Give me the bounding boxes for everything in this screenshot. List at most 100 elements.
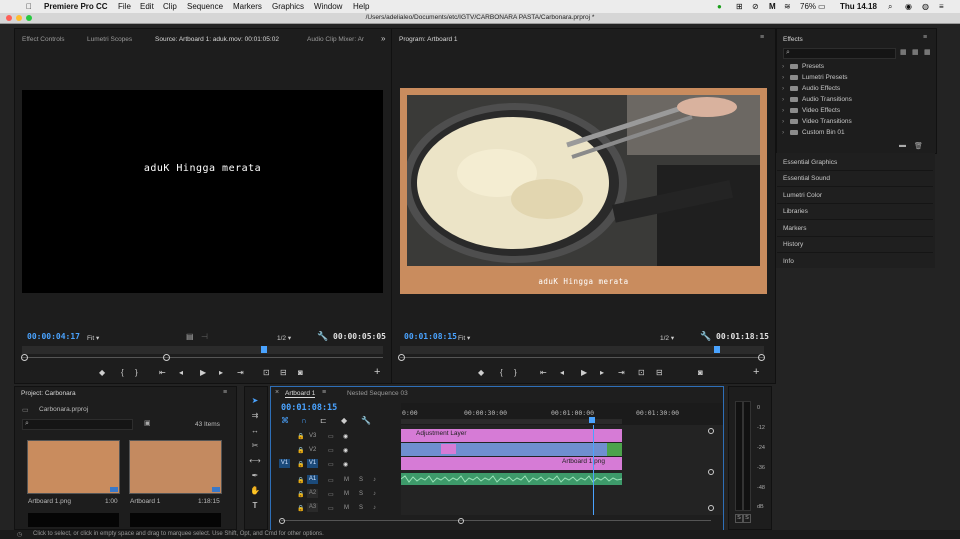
nest-icon[interactable]: ⌘ [281,416,289,425]
tab-program[interactable]: Program: Artboard 1 [399,36,458,43]
add-marker-timeline-icon[interactable]: ◆ [341,416,347,425]
mute-button[interactable]: M [344,477,349,483]
tab-effect-controls[interactable]: Effect Controls [22,36,65,43]
step-back-icon[interactable]: ◂ [179,369,183,377]
tab-audio-clip-mixer[interactable]: Audio Clip Mixer: Ar [307,36,364,43]
panel-markers[interactable]: Markers [783,225,806,232]
delete-icon[interactable]: 🗑 [914,142,923,150]
timeline-scroll-handle-left[interactable] [279,518,285,524]
program-timeruler[interactable] [400,346,764,354]
timeline-ruler[interactable]: 0:00 00:00:30:00 00:01:00:00 00:01:30:00 [401,403,723,426]
project-thumbnail-artboard-sequence[interactable] [129,440,222,494]
panel-info[interactable]: Info [783,258,794,265]
32bit-effects-icon[interactable]: ▦ [912,48,919,56]
program-play-icon[interactable]: ▶ [581,369,587,377]
new-bin-icon[interactable]: ▬ [899,142,906,149]
timeline-scroll-handle-right[interactable] [458,518,464,524]
program-zoom-handle-left[interactable] [398,354,405,361]
apple-icon[interactable]:  [26,2,32,11]
overlay-icon[interactable]: ⊣ [201,332,208,341]
yuv-effects-icon[interactable]: ▦ [924,48,931,56]
program-wrench-icon[interactable]: 🔧 [700,331,711,342]
add-button-icon[interactable]: + [374,367,380,378]
timeline-menu-icon[interactable]: ≡ [322,389,326,396]
source-playhead[interactable] [261,346,267,353]
line-icon[interactable]: ● [717,2,722,11]
user-icon[interactable]: ◉ [905,2,912,11]
panel-overflow-icon[interactable]: » [381,34,385,43]
panel-essential-sound[interactable]: Essential Sound [783,175,830,182]
project-thumbnail-artboard-png[interactable] [27,440,120,494]
clip-a1-audio[interactable] [401,473,622,485]
tab-nested-sequence[interactable]: Nested Sequence 03 [347,390,408,397]
pen-tool-icon[interactable]: ✒ [249,471,261,481]
mark-in-icon[interactable]: { [121,369,124,377]
lock-icon[interactable]: 🔒 [297,491,304,498]
panel-essential-graphics[interactable]: Essential Graphics [783,159,837,166]
clip-adjustment-layer[interactable]: Adjustment Layer [401,429,622,442]
menu-edit[interactable]: Edit [140,2,154,11]
export-frame-icon[interactable]: ◙ [698,369,703,377]
solo-button[interactable]: S [359,477,363,483]
sync-lock-icon[interactable]: ▭ [328,461,334,468]
track-label-a1[interactable]: A1 [307,475,318,484]
program-mark-in-icon[interactable]: { [500,369,503,377]
program-fit-dropdown[interactable]: Fit ▾ [458,334,470,342]
eye-icon[interactable]: ◉ [343,433,348,440]
menu-window[interactable]: Window [314,2,342,11]
clip-v2-nested[interactable] [401,443,622,456]
accelerated-effects-icon[interactable]: ▦ [900,48,907,56]
tab-artboard-1[interactable]: Artboard 1 [285,390,316,398]
m-icon[interactable]: M [769,2,776,11]
project-thumbnail[interactable] [28,513,119,527]
source-fit-dropdown[interactable]: Fit ▾ [87,334,99,342]
sync-lock-icon[interactable]: ▭ [328,505,334,512]
program-step-back-icon[interactable]: ◂ [560,369,564,377]
eye-icon[interactable]: ◉ [343,447,348,454]
sync-lock-icon[interactable]: ▭ [328,433,334,440]
vertical-zoom-handle-bottom[interactable] [708,505,714,511]
bell-icon[interactable]: ⊘ [752,2,759,11]
new-bin-from-search-icon[interactable]: ▣ [144,419,151,427]
clip-v2-fx[interactable] [441,444,456,454]
source-zoom-handle-right[interactable] [163,354,170,361]
program-go-to-in-icon[interactable]: ⇤ [540,369,547,377]
sync-lock-icon[interactable]: ▭ [328,491,334,498]
slip-tool-icon[interactable]: ⟷ [249,456,261,466]
selection-tool-icon[interactable]: ➤ [249,396,261,406]
program-go-to-out-icon[interactable]: ⇥ [618,369,625,377]
program-scale-dropdown[interactable]: 1/2 ▾ [660,334,674,342]
source-zoom-handle-left[interactable] [21,354,28,361]
siri-icon[interactable]: ◍ [922,2,929,11]
effects-item-presets[interactable]: › Presets [782,63,824,70]
effects-search-input[interactable]: ⌕ [783,48,896,59]
timeline-playhead-handle[interactable] [589,417,595,423]
program-video-frame[interactable]: aduK Hingga merata [400,88,767,294]
zoom-window-button[interactable] [26,15,32,21]
track-label-a2[interactable]: A2 [307,489,318,498]
program-zoom-handle-right[interactable] [758,354,765,361]
timeline-timecode[interactable]: 00:01:08:15 [281,403,337,413]
vertical-zoom-handle-top[interactable] [708,428,714,434]
close-tab-icon[interactable]: × [275,389,279,396]
camera-icon[interactable]: ◙ [298,369,303,377]
effects-item-audio-effects[interactable]: › Audio Effects [782,85,840,92]
linked-selection-icon[interactable]: ⊏ [320,416,327,425]
program-zoom-bar[interactable] [400,357,764,358]
clock[interactable]: Thu 14.18 [840,2,877,11]
tab-lumetri-scopes[interactable]: Lumetri Scopes [87,36,132,43]
clip-v1-artboard[interactable]: Artboard 1.png [401,457,622,470]
track-select-tool-icon[interactable]: ⇉ [249,411,261,421]
track-label-a3[interactable]: A3 [307,503,318,512]
source-scale-dropdown[interactable]: 1/2 ▾ [277,334,291,342]
go-to-in-icon[interactable]: ⇤ [159,369,166,377]
project-search-input[interactable]: ⌕ [22,419,133,430]
effects-item-lumetri-presets[interactable]: › Lumetri Presets [782,74,848,81]
wrench-icon[interactable]: 🔧 [317,331,328,342]
effects-menu-icon[interactable]: ≡ [923,34,927,41]
program-step-forward-icon[interactable]: ▸ [600,369,604,377]
lock-icon[interactable]: 🔒 [297,433,304,440]
effects-item-video-transitions[interactable]: › Video Transitions [782,118,852,125]
search-icon[interactable]: ⌕ [888,2,892,12]
source-zoom-bar[interactable] [22,357,383,358]
